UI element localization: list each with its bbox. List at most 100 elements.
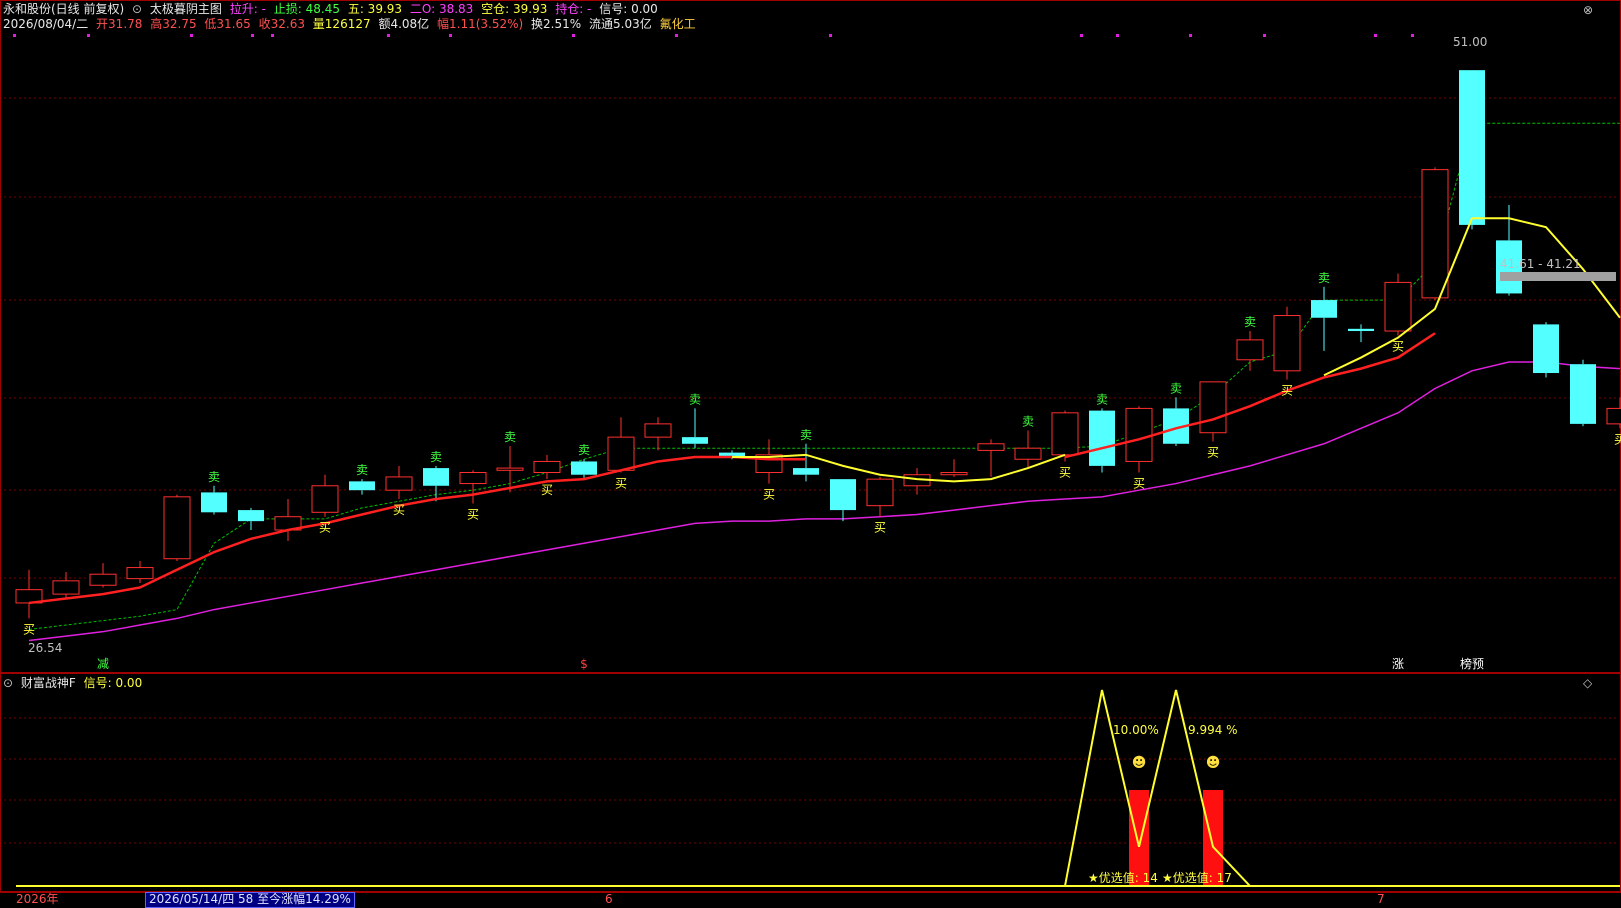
sell-marker-5: 卖 (689, 392, 701, 406)
candle-22 (830, 479, 856, 522)
top-dot-13 (1263, 34, 1266, 37)
top-dot-6 (449, 34, 452, 37)
candle-body (1125, 407, 1153, 462)
candle-35 (1311, 286, 1337, 351)
buy-marker-10: 买 (1207, 446, 1219, 460)
buy-marker-12: 买 (1392, 339, 1404, 353)
candle-4 (163, 494, 191, 561)
candle-body (163, 496, 191, 560)
top-dot-10 (1080, 34, 1083, 37)
candle-body (866, 478, 894, 507)
top-dot-7 (572, 34, 575, 37)
candle-body (1384, 281, 1412, 332)
candle-7 (274, 499, 302, 542)
buy-marker-11: 买 (1281, 384, 1293, 398)
buy-marker-4: 买 (541, 483, 553, 497)
candle-body (533, 460, 561, 474)
candle-1 (52, 571, 80, 599)
candle-body (1014, 447, 1042, 460)
candle-42 (1570, 359, 1596, 427)
dash-green-seg-0 (28, 122, 1620, 630)
candle-38 (1421, 167, 1449, 301)
top-dot-4 (271, 34, 274, 37)
buy-marker-7: 买 (874, 521, 886, 535)
green-dashed-line (28, 122, 1620, 630)
chart-labels: 51.00 26.54 41.61 - 41.21 减 $ 涨 榜预 (28, 35, 1616, 671)
range-price-label: 41.61 - 41.21 (1500, 257, 1581, 271)
candle-16 (607, 417, 635, 473)
candle-6 (238, 507, 264, 530)
candle-31 (1163, 397, 1189, 446)
smiley-icon: ☻ (1132, 755, 1147, 771)
candle-9 (349, 479, 375, 495)
top-dot-9 (829, 34, 832, 37)
month-6-label: 6 (605, 892, 613, 906)
top-dot-3 (251, 34, 254, 37)
candle-21 (793, 443, 819, 482)
candle-27 (1014, 430, 1042, 469)
sub-best-2: ★优选值: 17 (1162, 870, 1232, 885)
buy-marker-9: 买 (1133, 477, 1145, 491)
top-dot-0 (13, 34, 16, 37)
candle-body (496, 467, 524, 471)
sell-marker-1: 卖 (356, 463, 368, 477)
candle-body (423, 468, 449, 486)
candle-body (1051, 412, 1079, 456)
sub-line (29, 689, 1620, 887)
candle-24 (903, 468, 931, 495)
candle-body (311, 485, 339, 513)
bottom-signal-label-0: 减 (97, 657, 109, 671)
candle-body (682, 437, 708, 444)
range-band (1500, 272, 1616, 281)
candle-body (1311, 300, 1337, 318)
candle-body (1570, 364, 1596, 424)
year-label: 2026年 (16, 892, 59, 906)
candle-2 (89, 563, 117, 588)
buy-marker-2: 买 (393, 503, 405, 517)
bottom-signal-label-1: $ (580, 657, 588, 671)
candle-body (644, 423, 672, 438)
candle-body (1089, 410, 1115, 466)
sub-indicator: ☻ ☻ 10.00% 9.994 % ★优选值: 14 ★优选值: 17 (16, 689, 1620, 887)
candle-8 (311, 474, 339, 517)
sub-pct-2: 9.994 % (1188, 723, 1238, 737)
candle-18 (682, 408, 708, 449)
red-ma-line (28, 332, 1436, 605)
candle-43 (1606, 397, 1621, 429)
candle-body (126, 567, 154, 580)
ma-red-seg-0 (28, 455, 806, 605)
candle-17 (644, 417, 672, 451)
candle-12 (459, 470, 487, 504)
sub-pct-1: 10.00% (1113, 723, 1159, 737)
candle-body (201, 492, 227, 513)
candle-body (1348, 328, 1374, 332)
candle-body (977, 443, 1005, 451)
sell-marker-8: 卖 (1096, 392, 1108, 406)
buy-marker-13: 买 (1614, 432, 1621, 446)
top-dot-15 (1411, 34, 1414, 37)
candle-36 (1348, 324, 1374, 343)
candle-32 (1199, 381, 1227, 442)
sell-marker-9: 卖 (1170, 381, 1182, 395)
candle-33 (1236, 331, 1264, 371)
ma-yellow-seg-1 (1323, 217, 1621, 377)
candle-20 (755, 439, 783, 484)
sell-marker-2: 卖 (430, 450, 442, 464)
sell-marker-7: 卖 (1022, 415, 1034, 429)
candle-body (571, 461, 597, 475)
ma-magenta-seg-0 (28, 361, 1621, 642)
candle-body (1236, 339, 1264, 361)
candle-body (459, 472, 487, 485)
buy-marker-0: 买 (23, 622, 35, 636)
candle-body (607, 436, 635, 471)
candle-body (1533, 324, 1559, 374)
sell-marker-11: 卖 (1318, 271, 1330, 285)
top-dot-1 (87, 34, 90, 37)
buy-marker-5: 买 (615, 477, 627, 491)
smiley-icon: ☻ (1206, 755, 1221, 771)
top-dot-8 (675, 34, 678, 37)
candle-body (1459, 70, 1485, 225)
candle-body (89, 573, 117, 586)
sub-best-1: ★优选值: 14 (1088, 870, 1158, 885)
candle-26 (977, 439, 1005, 477)
